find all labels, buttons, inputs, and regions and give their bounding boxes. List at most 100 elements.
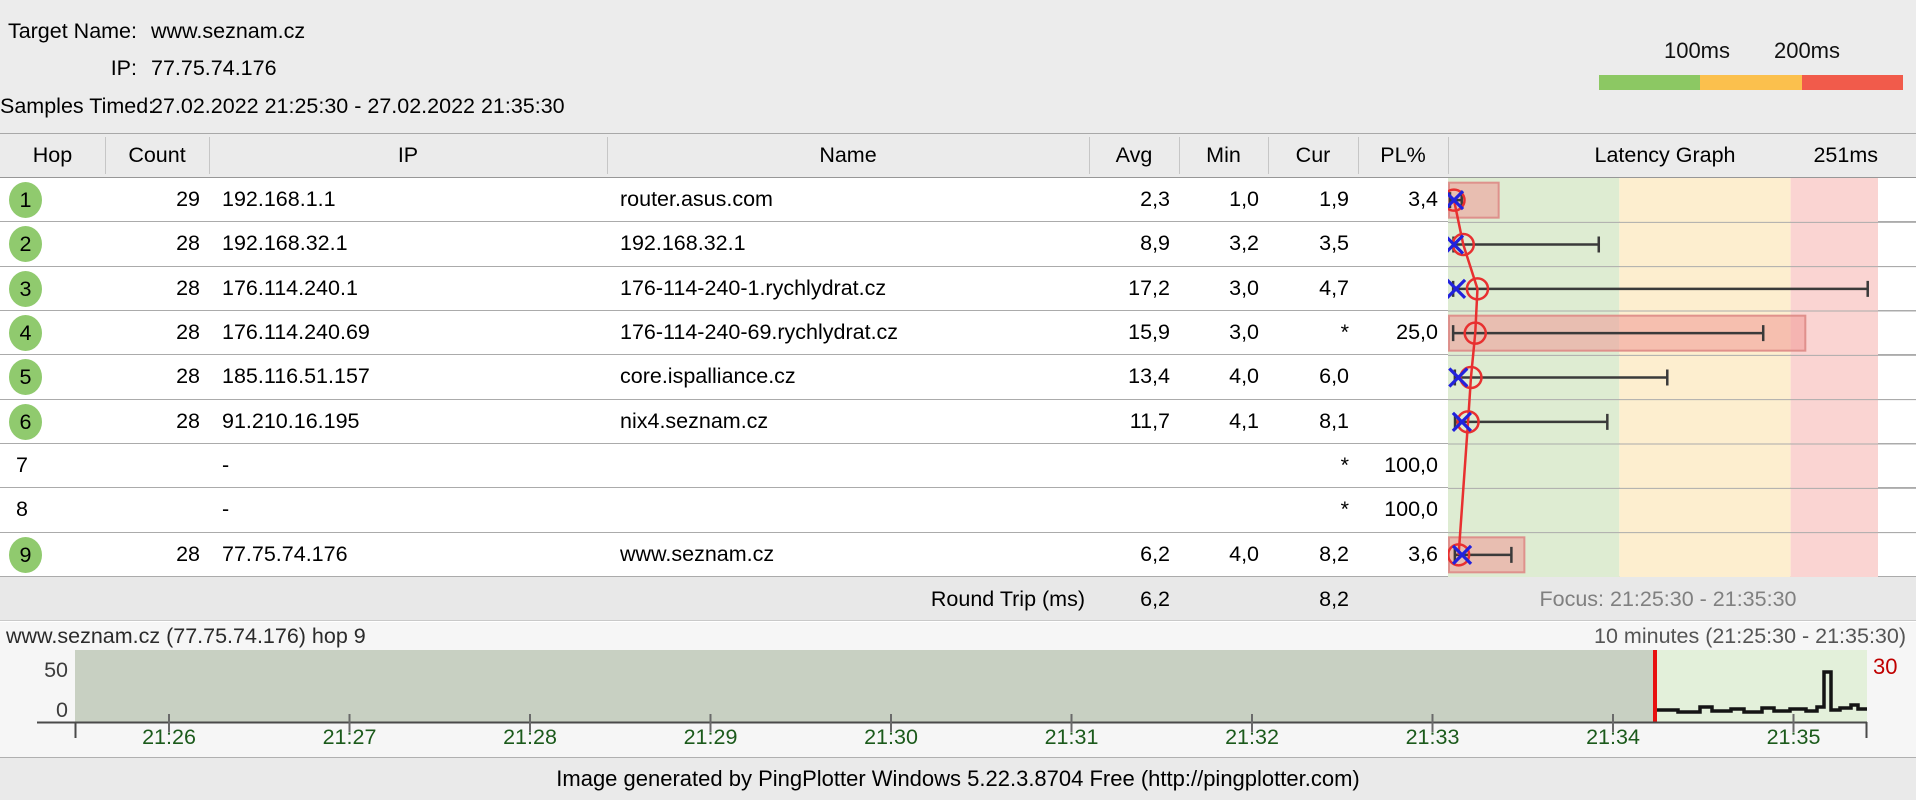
col-min[interactable]: Min — [1179, 134, 1268, 177]
latency-legend-bar — [1599, 75, 1903, 90]
cell-ip: 192.168.32.1 — [222, 231, 348, 256]
cell-min: 3,2 — [1229, 231, 1259, 256]
cell-avg: 11,7 — [1129, 408, 1170, 433]
cell-min: 3,0 — [1229, 275, 1259, 300]
cell-min: 4,0 — [1229, 364, 1259, 389]
cell-name: 176-114-240-1.rychlydrat.cz — [620, 275, 887, 300]
y-tick-50: 50 — [44, 658, 68, 682]
cell-avg: 8,9 — [1140, 231, 1170, 256]
footer: Image generated by PingPlotter Windows 5… — [0, 757, 1916, 800]
hop-badge: 1 — [9, 182, 42, 218]
cell-cur: 3,5 — [1319, 231, 1349, 256]
cell-pl: 25,0 — [1396, 319, 1438, 344]
col-cur[interactable]: Cur — [1268, 134, 1358, 177]
col-divider — [1268, 137, 1269, 174]
samples-label: Samples Timed: — [0, 94, 155, 118]
focus-range-label: Focus: 21:25:30 - 21:35:30 — [1539, 587, 1797, 611]
cell-cur: 4,7 — [1319, 275, 1349, 300]
cell-ip: - — [222, 452, 230, 477]
latency-legend-labels: 100ms 200ms — [1599, 38, 1903, 66]
hop-number: 7 — [16, 452, 28, 477]
timeline-history-bg — [75, 650, 1653, 722]
samples-value: 27.02.2022 21:25:30 - 27.02.2022 21:35:3… — [151, 94, 565, 118]
target-name-value: www.seznam.cz — [151, 19, 306, 43]
cell-count: 28 — [176, 408, 200, 433]
cell-ip: 192.168.1.1 — [222, 187, 336, 211]
focus-scale-label: 30 — [1873, 654, 1897, 679]
col-divider — [1179, 137, 1180, 174]
x-tick-label: 21:27 — [323, 725, 377, 749]
cell-avg: 2,3 — [1140, 187, 1170, 211]
round-trip-label: Round Trip (ms) — [930, 587, 1085, 611]
legend-segment-0 — [1599, 75, 1701, 90]
latency-graph[interactable] — [1448, 178, 1916, 577]
cell-cur: * — [1340, 452, 1349, 477]
table-header: Hop Count IP Name Avg Min Cur PL% Latenc… — [0, 134, 1916, 177]
legend-200ms-label: 200ms — [1773, 38, 1841, 63]
timeline-title: www.seznam.cz (77.75.74.176) hop 9 — [6, 624, 366, 648]
col-divider — [1358, 137, 1359, 174]
cell-min: 4,1 — [1229, 408, 1259, 433]
timeline-section: www.seznam.cz (77.75.74.176) hop 9 10 mi… — [0, 622, 1916, 757]
hop-badge: 2 — [9, 226, 42, 263]
cell-count: 28 — [176, 541, 200, 566]
cell-min: 1,0 — [1229, 187, 1259, 211]
cell-avg: 17,2 — [1128, 275, 1170, 300]
cell-ip: 176.114.240.69 — [222, 319, 370, 344]
cell-cur: * — [1340, 319, 1349, 344]
col-avg[interactable]: Avg — [1089, 134, 1179, 177]
x-tick-label: 21:34 — [1586, 725, 1640, 749]
timeline-graph[interactable]: 21:26 21:27 21:28 21:29 21:30 21:31 21:32 21:33… — [0, 648, 1916, 757]
pingplotter-report: Target Name: www.seznam.cz IP: 77.75.74.… — [0, 0, 1916, 800]
cell-count: 28 — [176, 319, 200, 344]
cell-name: router.asus.com — [620, 187, 773, 211]
cell-min: 3,0 — [1229, 319, 1259, 344]
target-name-label: Target Name: — [7, 19, 137, 43]
ip-value: 77.75.74.176 — [151, 56, 277, 80]
cell-name: 176-114-240-69.rychlydrat.cz — [620, 319, 899, 344]
cell-count: 29 — [176, 187, 200, 211]
legend-100ms-label: 100ms — [1663, 38, 1731, 63]
cell-avg: 13,4 — [1128, 364, 1170, 389]
col-pl[interactable]: PL% — [1358, 134, 1448, 177]
cell-cur: 1,9 — [1319, 187, 1349, 211]
latency-scale-max: 251ms — [1813, 143, 1878, 167]
cell-name: www.seznam.cz — [620, 541, 775, 566]
round-trip-avg: 6,2 — [1140, 587, 1170, 611]
cell-pl: 3,6 — [1408, 541, 1438, 566]
hop-badge: 9 — [9, 536, 42, 573]
col-name[interactable]: Name — [607, 134, 1089, 177]
col-divider — [105, 137, 106, 174]
x-tick-label: 21:30 — [864, 725, 918, 749]
x-tick-label: 21:29 — [684, 725, 738, 749]
cell-ip: - — [222, 497, 230, 522]
cell-ip: 77.75.74.176 — [222, 541, 348, 566]
cell-cur: 8,2 — [1319, 541, 1349, 566]
hop-badge: 4 — [9, 314, 42, 351]
col-divider — [1089, 137, 1090, 174]
col-hop[interactable]: Hop — [0, 134, 105, 177]
x-tick-label: 21:31 — [1045, 725, 1099, 749]
col-count[interactable]: Count — [105, 134, 209, 177]
col-divider — [209, 137, 210, 174]
hop-number: 8 — [16, 497, 28, 522]
cell-name: core.ispalliance.cz — [620, 364, 796, 389]
cell-cur: 8,1 — [1319, 408, 1349, 433]
cell-ip: 176.114.240.1 — [222, 275, 358, 300]
round-trip-cur: 8,2 — [1319, 587, 1349, 611]
cell-cur: * — [1340, 497, 1349, 522]
cell-ip: 91.210.16.195 — [222, 408, 360, 433]
cell-pl: 100,0 — [1384, 497, 1438, 522]
cell-name: 192.168.32.1 — [620, 231, 746, 256]
round-trip-row: Round Trip (ms) 6,2 8,2 Focus: 21:25:30 … — [0, 577, 1916, 621]
timeline-range-label: 10 minutes (21:25:30 - 21:35:30) — [1594, 624, 1906, 648]
focus-divider-line — [1653, 650, 1657, 722]
cell-pl: 100,0 — [1384, 452, 1438, 477]
legend-segment-2 — [1801, 75, 1903, 90]
cell-min: 4,0 — [1229, 541, 1259, 566]
hop-badge: 3 — [9, 270, 42, 307]
col-ip[interactable]: IP — [209, 134, 607, 177]
legend-segment-1 — [1700, 75, 1802, 90]
cell-ip: 185.116.51.157 — [222, 364, 370, 389]
col-divider — [607, 137, 608, 174]
